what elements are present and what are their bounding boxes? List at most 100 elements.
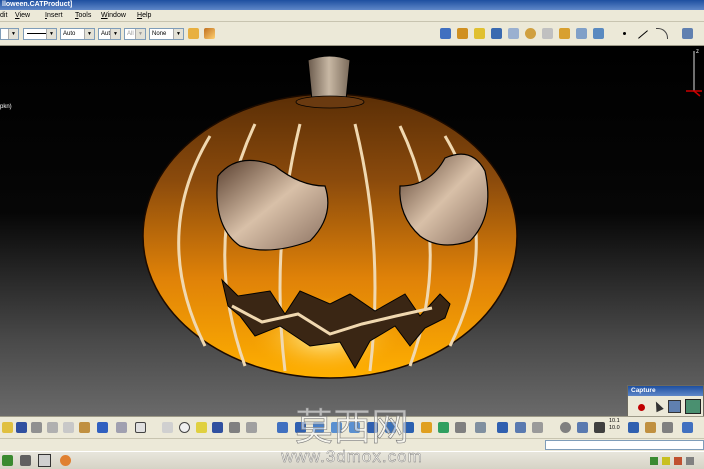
refresh-icon[interactable] xyxy=(577,422,588,433)
tray-icon[interactable] xyxy=(650,457,658,465)
line-sample xyxy=(27,33,47,34)
status-bar xyxy=(0,438,704,451)
whats-this-icon[interactable] xyxy=(135,422,146,433)
menu-tools[interactable]: Tools xyxy=(75,10,91,22)
tray-icon[interactable] xyxy=(686,457,694,465)
graphic-properties-toolbar: ▼ ▼ Auto ▼ Aut ▼ All ▼ None ▼ xyxy=(0,22,704,46)
fly-mode-icon[interactable] xyxy=(246,422,257,433)
pan-icon[interactable] xyxy=(542,28,553,39)
menu-help[interactable]: Help xyxy=(137,10,151,22)
window-title-bar: lloween.CATProduct] xyxy=(0,0,704,10)
menu-view[interactable]: View xyxy=(15,10,30,22)
axis-icon[interactable] xyxy=(645,422,656,433)
quick-view-icon[interactable] xyxy=(403,422,414,433)
pumpkin-model xyxy=(142,55,518,379)
material-icon[interactable] xyxy=(559,28,570,39)
iso-view-icon[interactable] xyxy=(491,28,502,39)
record-icon[interactable] xyxy=(638,404,645,411)
rotate-icon[interactable] xyxy=(313,422,324,433)
chevron-down-icon: ▼ xyxy=(135,29,145,39)
start-icon[interactable] xyxy=(2,455,13,466)
chevron-down-icon: ▼ xyxy=(110,29,120,39)
view-mode-icon[interactable] xyxy=(421,422,432,433)
tree-node-label[interactable]: pkn) xyxy=(0,104,12,110)
grid-icon[interactable] xyxy=(628,422,639,433)
taskbar-app-icon[interactable] xyxy=(20,455,31,466)
catalog-icon[interactable] xyxy=(229,422,240,433)
snap-icon[interactable] xyxy=(594,422,605,433)
sketch-icon[interactable] xyxy=(682,28,693,39)
capture-album-icon[interactable] xyxy=(685,399,701,414)
taskbar-catia-icon[interactable] xyxy=(38,454,51,467)
paste-icon[interactable] xyxy=(79,422,90,433)
line-icon[interactable] xyxy=(638,30,648,39)
table-icon[interactable] xyxy=(212,422,223,433)
swap-space-icon[interactable] xyxy=(455,422,466,433)
taskbar-pumpkin-icon[interactable] xyxy=(60,455,71,466)
taskbar xyxy=(0,451,704,469)
tray-icon[interactable] xyxy=(674,457,682,465)
layer-combo[interactable]: All ▼ xyxy=(124,28,146,40)
select-arrow-icon[interactable] xyxy=(652,399,664,413)
copy-icon[interactable] xyxy=(63,422,74,433)
zoom-in-icon[interactable] xyxy=(331,422,342,433)
redo-icon[interactable] xyxy=(116,422,127,433)
inertia-icon[interactable] xyxy=(532,422,543,433)
box-icon[interactable] xyxy=(474,28,485,39)
line-thickness-value: Auto xyxy=(63,31,76,37)
point-icon[interactable] xyxy=(623,32,626,35)
painter-icon[interactable] xyxy=(188,28,199,39)
brush-icon[interactable] xyxy=(204,28,215,39)
line-thickness-combo[interactable]: Auto ▼ xyxy=(60,28,95,40)
fit-all-icon[interactable] xyxy=(277,422,288,433)
new-icon[interactable] xyxy=(2,422,13,433)
command-input[interactable] xyxy=(545,440,704,450)
scale-ratio-top: 10.1 xyxy=(609,418,620,424)
compass-icon[interactable]: z xyxy=(682,46,704,101)
comment-icon[interactable] xyxy=(179,422,190,433)
normal-view-icon[interactable] xyxy=(367,422,378,433)
menu-insert[interactable]: Insert xyxy=(45,10,63,22)
measure-item-icon[interactable] xyxy=(515,422,526,433)
create-view-icon[interactable] xyxy=(385,422,396,433)
shading-icon[interactable] xyxy=(457,28,468,39)
save-icon[interactable] xyxy=(16,422,27,433)
tray-icon[interactable] xyxy=(662,457,670,465)
hide-show-icon[interactable] xyxy=(438,422,449,433)
product-icon[interactable] xyxy=(576,28,587,39)
cut-icon[interactable] xyxy=(47,422,58,433)
print-icon[interactable] xyxy=(31,422,42,433)
undo-icon[interactable] xyxy=(97,422,108,433)
zoom-out-icon[interactable] xyxy=(349,422,360,433)
compass-z-label: z xyxy=(696,49,699,55)
layer-value: All xyxy=(127,31,134,37)
chevron-down-icon: ▼ xyxy=(84,29,94,39)
stem-base xyxy=(295,95,365,109)
scale-ratio: 10.1 10.0 xyxy=(609,418,620,432)
menu-edit[interactable]: dit xyxy=(0,10,7,22)
multi-view-icon[interactable] xyxy=(508,28,519,39)
capture-image-icon[interactable] xyxy=(668,400,681,413)
curve-icon[interactable] xyxy=(656,28,668,39)
assembly-icon[interactable] xyxy=(593,28,604,39)
check-icon[interactable] xyxy=(682,422,693,433)
pan-icon[interactable] xyxy=(295,422,306,433)
render-style-value: None xyxy=(152,31,167,37)
menu-window[interactable]: Window xyxy=(101,10,126,22)
hint-icon[interactable] xyxy=(196,422,207,433)
formula-icon[interactable] xyxy=(162,422,173,433)
menu-bar: dit View Insert Tools Window Help xyxy=(0,10,704,22)
render-icon[interactable] xyxy=(475,422,486,433)
update-icon[interactable] xyxy=(560,422,571,433)
constraint-icon[interactable] xyxy=(662,422,673,433)
capture-panel-title: Capture xyxy=(628,386,703,396)
view-cube-icon[interactable] xyxy=(440,28,451,39)
target-icon[interactable] xyxy=(525,28,536,39)
3d-viewport[interactable]: pkn) z xyxy=(0,46,704,416)
line-type-combo[interactable]: ▼ xyxy=(23,28,57,40)
chevron-down-icon: ▼ xyxy=(46,29,56,39)
measure-icon[interactable] xyxy=(497,422,508,433)
line-color-combo[interactable]: ▼ xyxy=(0,28,19,40)
render-style-combo[interactable]: None ▼ xyxy=(149,28,184,40)
point-type-combo[interactable]: Aut ▼ xyxy=(98,28,121,40)
